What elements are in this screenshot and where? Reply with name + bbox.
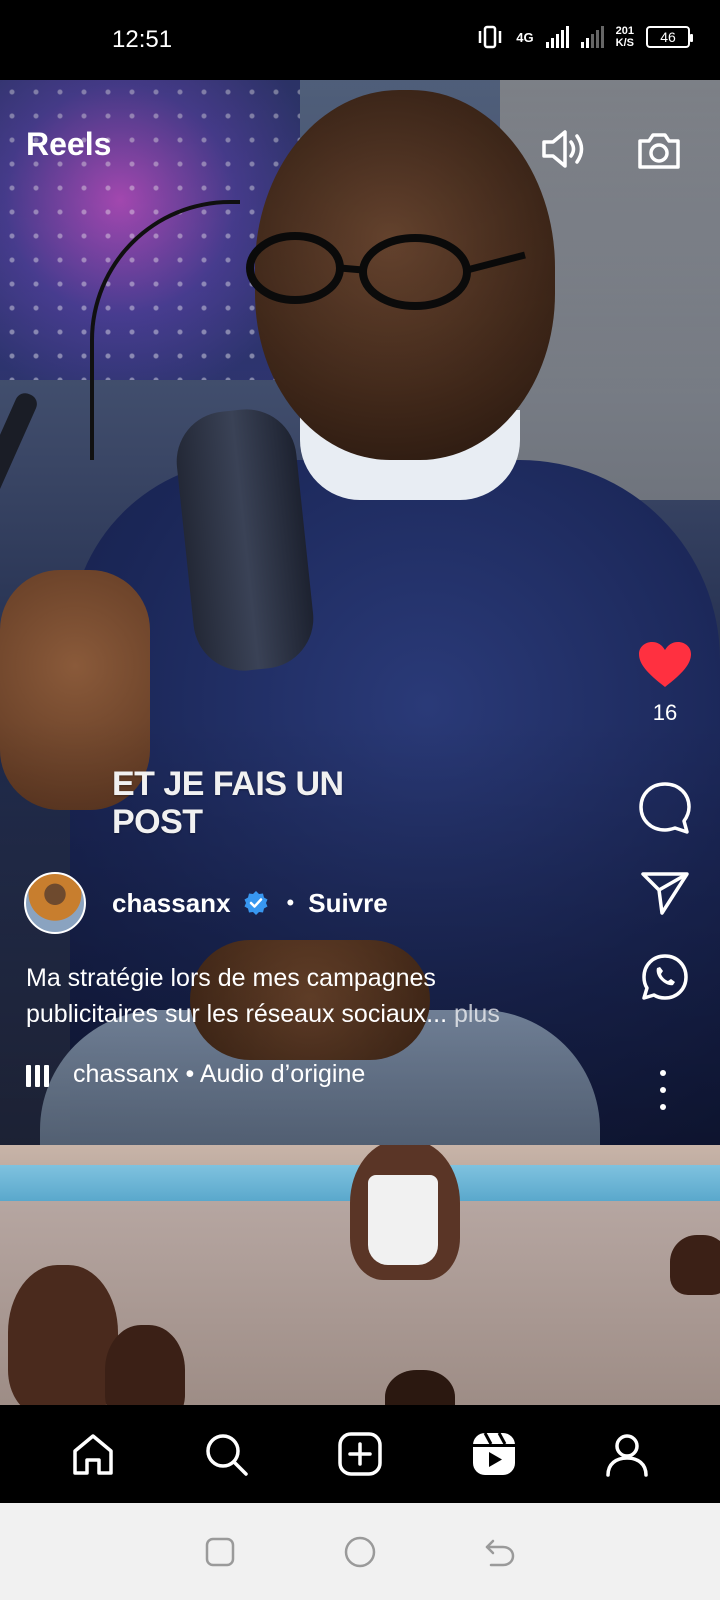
next-reel-preview[interactable] <box>0 1145 720 1405</box>
share-icon[interactable] <box>640 870 690 916</box>
battery-icon: 46 <box>646 26 693 48</box>
camera-icon[interactable] <box>634 126 684 176</box>
network-type: 4G <box>516 29 534 45</box>
more-options-icon[interactable] <box>658 1070 668 1110</box>
separator-dot: • <box>286 890 295 915</box>
description-line-1: Ma stratégie lors de mes campagnes <box>26 964 436 992</box>
network-speed-unit: K/S <box>615 37 634 49</box>
status-bar: 12:51 4G 201 K/S 46 <box>0 0 720 80</box>
speaker-icon[interactable] <box>538 124 588 174</box>
profile-icon <box>606 1434 648 1477</box>
side-actions: 16 <box>630 640 700 1002</box>
username[interactable]: chassanx <box>112 888 231 919</box>
home-circle-icon <box>344 1536 376 1567</box>
signal-icon <box>545 26 569 48</box>
home-icon <box>73 1434 113 1475</box>
heart-icon[interactable] <box>637 640 693 690</box>
audio-wave-icon <box>26 1063 49 1087</box>
system-back-button[interactable] <box>480 1532 520 1572</box>
system-nav <box>0 1503 720 1600</box>
signal-2-icon <box>580 26 604 48</box>
swimmer-tank-top <box>368 1175 438 1265</box>
nav-home[interactable] <box>63 1424 123 1484</box>
audio-label[interactable]: chassanx • Audio d’origine <box>73 1060 365 1089</box>
reel-description[interactable]: Ma stratégie lors de mes campagnes publi… <box>26 960 586 1032</box>
back-icon <box>485 1539 515 1566</box>
like-count[interactable]: 16 <box>653 700 677 726</box>
like-action: 16 <box>637 640 693 726</box>
battery-level: 46 <box>660 29 676 45</box>
nav-search[interactable] <box>196 1424 256 1484</box>
swimmer <box>670 1235 720 1295</box>
video-caption-overlay: ET JE FAIS UN POST <box>112 765 344 841</box>
caption-line-2: POST <box>112 803 203 841</box>
recents-icon <box>205 1537 235 1566</box>
caption-line-1: ET JE FAIS UN <box>112 765 344 803</box>
more-link[interactable]: plus <box>447 1000 500 1028</box>
follow-button[interactable]: Suivre <box>308 888 388 919</box>
create-icon <box>338 1432 382 1476</box>
status-icons: 4G 201 K/S 46 <box>476 24 693 50</box>
system-recents-button[interactable] <box>200 1532 240 1572</box>
author-row: chassanx • Suivre <box>24 872 388 934</box>
vibrate-icon <box>479 25 502 49</box>
comment-icon[interactable] <box>637 780 693 836</box>
search-icon <box>206 1434 249 1476</box>
reels-icon <box>472 1432 515 1475</box>
network-speed-value: 201 <box>615 25 634 37</box>
system-home-button[interactable] <box>340 1532 380 1572</box>
network-speed: 201 K/S <box>616 25 634 49</box>
reel-video[interactable]: Reels ET JE FAIS UN POST 16 chassanx • S… <box>0 80 720 1145</box>
audio-row[interactable]: chassanx • Audio d’origine <box>26 1060 365 1089</box>
nav-create[interactable] <box>330 1424 390 1484</box>
whatsapp-icon[interactable] <box>640 952 690 1002</box>
bottom-nav <box>0 1405 720 1503</box>
swimmer <box>105 1325 185 1405</box>
avatar[interactable] <box>24 872 86 934</box>
description-line-2: publicitaires sur les réseaux sociaux... <box>26 1000 448 1028</box>
verified-badge-icon <box>244 891 268 915</box>
nav-profile[interactable] <box>597 1424 657 1484</box>
status-time: 12:51 <box>112 26 173 53</box>
swimmer <box>8 1265 118 1405</box>
page-title: Reels <box>26 126 112 162</box>
nav-reels[interactable] <box>464 1424 524 1484</box>
